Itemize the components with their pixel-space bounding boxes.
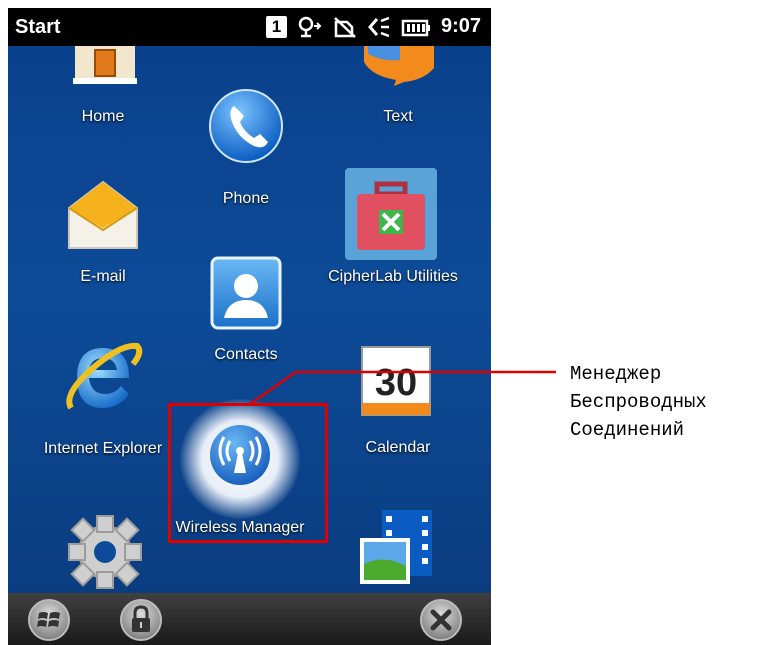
- annotation-line-2: Беспроводных: [570, 391, 707, 413]
- annotation-line-1: Менеджер: [570, 363, 662, 385]
- annotation-label: Менеджер Беспроводных Соединений: [570, 360, 707, 444]
- callout-line: [249, 370, 556, 406]
- annotation-line-3: Соединений: [570, 419, 685, 441]
